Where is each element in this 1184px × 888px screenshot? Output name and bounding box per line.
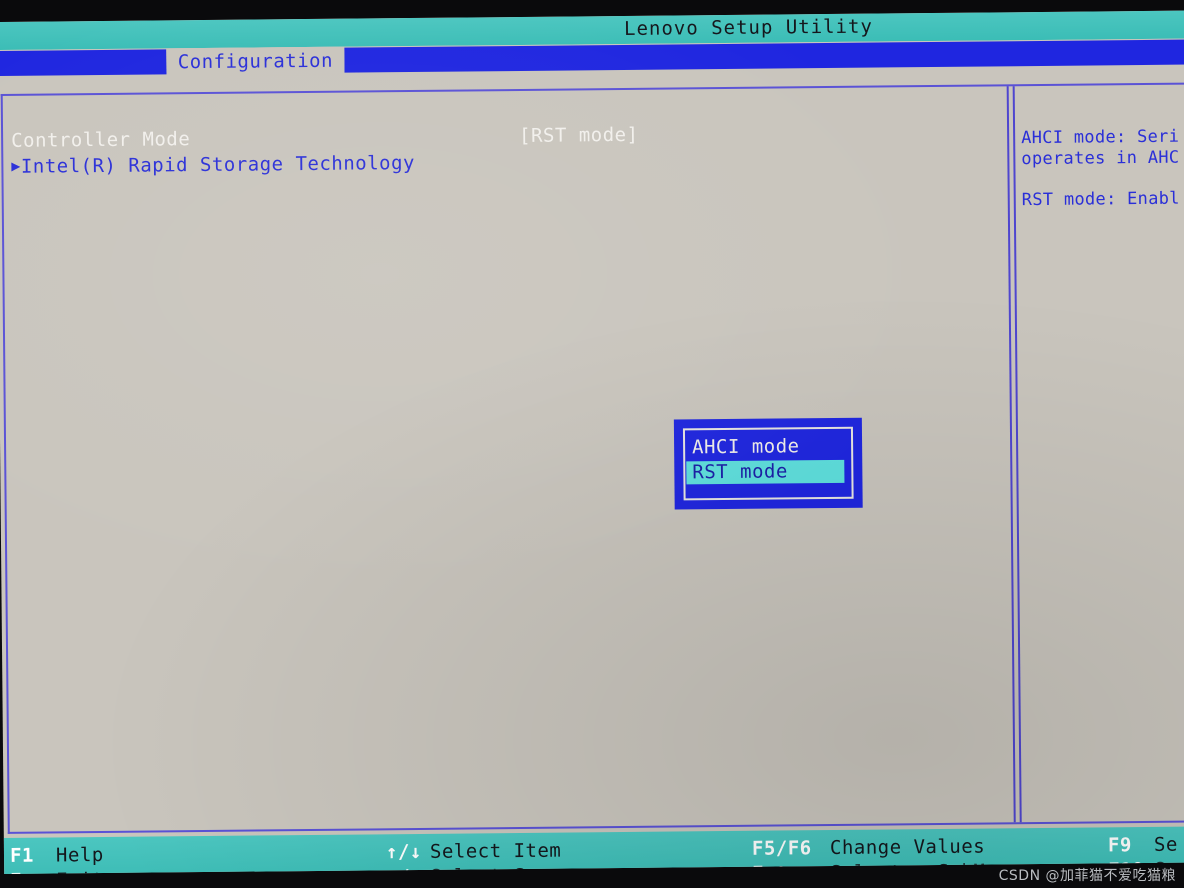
tab-strip-left[interactable] (0, 49, 167, 76)
status-key-f1: F1 (9, 844, 35, 867)
photo-frame: Lenovo Setup Utility Configuration Contr… (0, 0, 1184, 888)
status-text-select-screen: Select Screen (430, 864, 585, 874)
help-line-2: operates in AHC (1021, 147, 1180, 170)
status-group-select: ↑/↓ Select Item ←/→Select Screen (386, 838, 586, 874)
status-text-exit: Exit (56, 869, 104, 874)
status-item-f1-help[interactable]: F1 Help (10, 843, 104, 869)
bios-screen: Lenovo Setup Utility Configuration Contr… (0, 10, 1184, 874)
status-text-f9: Se (1153, 833, 1178, 856)
setting-label-intel-rapid-storage-technology: Intel(R) Rapid Storage Technology (20, 151, 416, 178)
status-key-left-right-arrow-icon: ←/→ (386, 865, 430, 874)
help-pane: AHCI mode: Seri operates in AHC RST mode… (1021, 126, 1184, 211)
setting-label-controller-mode: Controller Mode (11, 128, 191, 152)
status-group-navigation-left: F1 Help EscExit (10, 843, 104, 874)
status-key-enter: Enter (752, 862, 813, 874)
status-key-f5-f6: F5/F6 (751, 837, 812, 860)
status-item-enter-submenu[interactable]: Enter Select ▶ SubMenu (752, 859, 1021, 874)
help-spacer (1021, 168, 1184, 190)
status-key-esc: Esc (10, 868, 56, 874)
setting-value-controller-mode[interactable]: [RST mode] (519, 124, 639, 147)
status-key-up-down-arrow-icon: ↑/↓ (385, 840, 422, 864)
popup-option-rst-mode[interactable]: RST mode (686, 459, 845, 485)
status-text-change-values: Change Values (829, 835, 986, 860)
status-item-f9-setup-defaults[interactable]: F9 Se (1108, 833, 1184, 859)
help-line-3: RST mode: Enabl (1021, 188, 1180, 211)
status-group-values: F5/F6 Change Values Enter Select ▶ SubMenu (752, 834, 1021, 874)
page-title: Lenovo Setup Utility (623, 15, 873, 40)
popup-option-ahci-mode[interactable]: AHCI mode (686, 435, 844, 460)
tab-configuration[interactable]: Configuration (166, 46, 345, 77)
controller-mode-popup[interactable]: AHCI mode RST mode (673, 417, 863, 510)
status-text-help: Help (55, 844, 104, 867)
help-line-1: AHCI mode: Seri (1021, 126, 1180, 149)
status-item-select-item[interactable]: ↑/↓ Select Item (386, 838, 585, 865)
status-text-select-submenu: Select ▶ SubMenu (830, 860, 1022, 874)
tab-strip-right[interactable] (344, 39, 1184, 73)
status-item-change-values[interactable]: F5/F6 Change Values (752, 834, 1021, 862)
status-key-f9: F9 (1107, 834, 1132, 857)
status-text-select-item: Select Item (429, 839, 562, 863)
submenu-arrow-icon: ▶ (11, 156, 21, 175)
watermark: CSDN @加菲猫不爱吃猫粮 (998, 868, 1176, 884)
status-item-esc-exit[interactable]: EscExit (10, 868, 104, 874)
status-item-select-screen[interactable]: ←/→Select Screen (386, 863, 585, 874)
content-panel: Controller Mode [RST mode] ▶Intel(R) Rap… (0, 82, 1184, 834)
